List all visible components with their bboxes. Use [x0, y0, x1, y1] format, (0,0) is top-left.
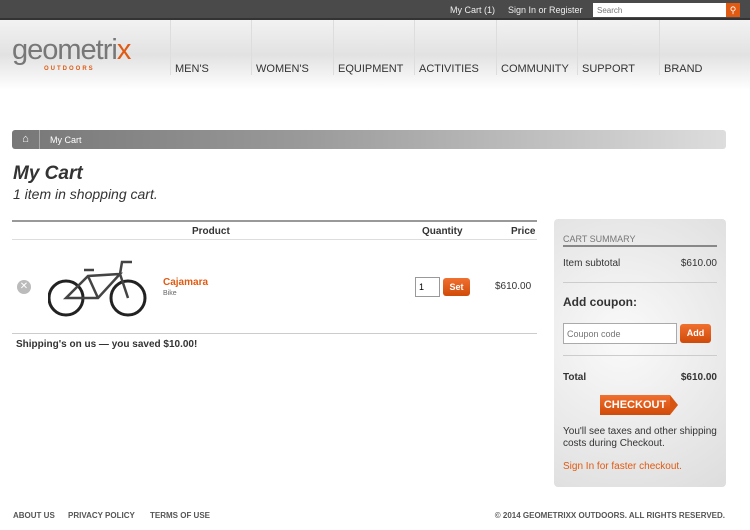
- table-row: ✕ Cajamara Bike Set $610.00: [12, 240, 537, 334]
- nav-equipment[interactable]: EQUIPMENT: [333, 20, 403, 75]
- footer-privacy[interactable]: PRIVACY POLICY: [68, 511, 135, 520]
- sign-in-checkout-link[interactable]: Sign In for faster checkout.: [563, 461, 682, 472]
- total-value: $610.00: [680, 372, 717, 383]
- page-title: My Cart: [13, 163, 83, 184]
- nav-support[interactable]: SUPPORT: [577, 20, 635, 75]
- main-nav: geometrix OUTDOORS MEN'S WOMEN'S EQUIPME…: [0, 20, 750, 90]
- summary-title: CART SUMMARY: [563, 234, 636, 244]
- footer-about[interactable]: ABOUT US: [13, 511, 55, 520]
- product-category: Bike: [163, 290, 177, 297]
- search-input[interactable]: [593, 3, 726, 17]
- subtotal-value: $610.00: [680, 258, 717, 269]
- nav-mens[interactable]: MEN'S: [170, 20, 209, 75]
- checkout-note: You'll see taxes and other shipping cost…: [563, 426, 717, 449]
- product-name[interactable]: Cajamara: [163, 277, 208, 288]
- search-icon[interactable]: ⚲: [726, 3, 740, 17]
- breadcrumb: ⌂ My Cart: [12, 130, 726, 149]
- subtotal-label: Item subtotal: [563, 258, 621, 269]
- header-quantity: Quantity: [422, 226, 463, 237]
- add-coupon-button[interactable]: Add: [680, 324, 711, 343]
- top-bar: My Cart (1) Sign In or Register ⚲: [0, 0, 750, 20]
- coupon-input[interactable]: [563, 323, 677, 344]
- logo-subtitle: OUTDOORS: [44, 66, 95, 72]
- bike-image[interactable]: [48, 256, 148, 318]
- checkout-button[interactable]: CHECKOUT: [600, 395, 678, 415]
- header-product: Product: [192, 226, 230, 237]
- footer-copyright: © 2014 GEOMETRIXX OUTDOORS. ALL RIGHTS R…: [494, 511, 725, 520]
- breadcrumb-current: My Cart: [50, 135, 82, 145]
- item-price: $610.00: [495, 281, 532, 292]
- nav-womens[interactable]: WOMEN'S: [251, 20, 309, 75]
- nav-activities[interactable]: ACTIVITIES: [414, 20, 479, 75]
- my-cart-link[interactable]: My Cart (1): [450, 5, 495, 15]
- logo[interactable]: geometrix: [12, 34, 131, 67]
- page-subtitle: 1 item in shopping cart.: [13, 186, 158, 202]
- home-icon[interactable]: ⌂: [12, 130, 40, 149]
- set-quantity-button[interactable]: Set: [443, 278, 470, 296]
- sign-in-link[interactable]: Sign In or Register: [508, 5, 583, 15]
- remove-icon[interactable]: ✕: [17, 280, 31, 294]
- quantity-input[interactable]: [415, 277, 440, 297]
- footer-terms[interactable]: TERMS OF USE: [150, 511, 210, 520]
- cart-summary: CART SUMMARY Item subtotal $610.00 Add c…: [554, 219, 726, 487]
- coupon-label: Add coupon:: [563, 295, 637, 309]
- nav-community[interactable]: COMMUNITY: [496, 20, 569, 75]
- total-label: Total: [563, 372, 587, 383]
- shipping-note: Shipping's on us — you saved $10.00!: [16, 339, 198, 350]
- header-price: Price: [511, 226, 536, 237]
- table-header: Product Quantity Price: [12, 220, 537, 240]
- nav-brand[interactable]: BRAND: [659, 20, 703, 75]
